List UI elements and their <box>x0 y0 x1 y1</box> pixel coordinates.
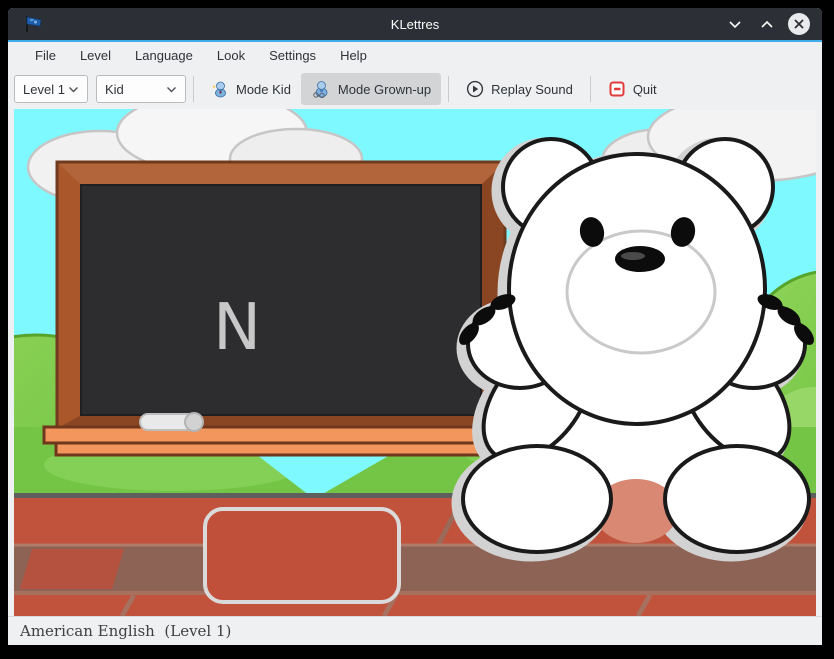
menu-level[interactable]: Level <box>71 45 120 66</box>
statusbar: American English (Level 1) <box>8 616 822 645</box>
bear-head <box>509 154 765 424</box>
bear-foot-right <box>665 446 809 552</box>
quit-icon <box>608 80 626 98</box>
replay-sound-button[interactable]: Replay Sound <box>456 73 583 105</box>
window-title: KLettres <box>8 17 822 32</box>
level-select[interactable]: Level 1 <box>14 75 88 103</box>
mode-kid-button[interactable]: Mode Kid <box>201 73 301 105</box>
chalk <box>140 413 203 431</box>
grownup-icon <box>311 80 331 98</box>
kid-icon <box>211 80 229 98</box>
menu-language[interactable]: Language <box>126 45 202 66</box>
board-surface <box>81 185 481 415</box>
classroom-scene: N <box>14 109 816 616</box>
toolbar-separator <box>193 76 194 102</box>
quit-button[interactable]: Quit <box>598 73 667 105</box>
menu-settings[interactable]: Settings <box>260 45 325 66</box>
bear-nose <box>615 246 665 272</box>
bear-foot-left <box>463 446 611 552</box>
play-icon <box>466 80 484 98</box>
chevron-down-icon <box>166 86 177 93</box>
toolbar-separator <box>590 76 591 102</box>
menubar: File Level Language Look Settings Help <box>8 42 822 69</box>
chalk-tray <box>44 427 514 443</box>
blackboard: N <box>44 162 514 455</box>
theme-select[interactable]: Kid <box>96 75 186 103</box>
klettres-window: KLettres File Level Language Look Settin… <box>8 8 822 645</box>
toolbar: Level 1 Kid Mode Kid <box>8 69 822 109</box>
chevron-down-icon <box>68 86 79 93</box>
teddy-bear <box>455 139 816 556</box>
mode-grownup-button[interactable]: Mode Grown-up <box>301 73 441 105</box>
current-letter: N <box>213 291 261 365</box>
scene-art: N <box>14 109 816 616</box>
menu-file[interactable]: File <box>26 45 65 66</box>
menu-help[interactable]: Help <box>331 45 376 66</box>
maximize-icon[interactable] <box>756 13 778 35</box>
letter-input[interactable] <box>203 507 401 604</box>
close-icon[interactable] <box>788 13 810 35</box>
menu-look[interactable]: Look <box>208 45 254 66</box>
status-text: American English (Level 1) <box>20 622 231 640</box>
minimize-icon[interactable] <box>724 13 746 35</box>
toolbar-separator <box>448 76 449 102</box>
titlebar: KLettres <box>8 8 822 40</box>
